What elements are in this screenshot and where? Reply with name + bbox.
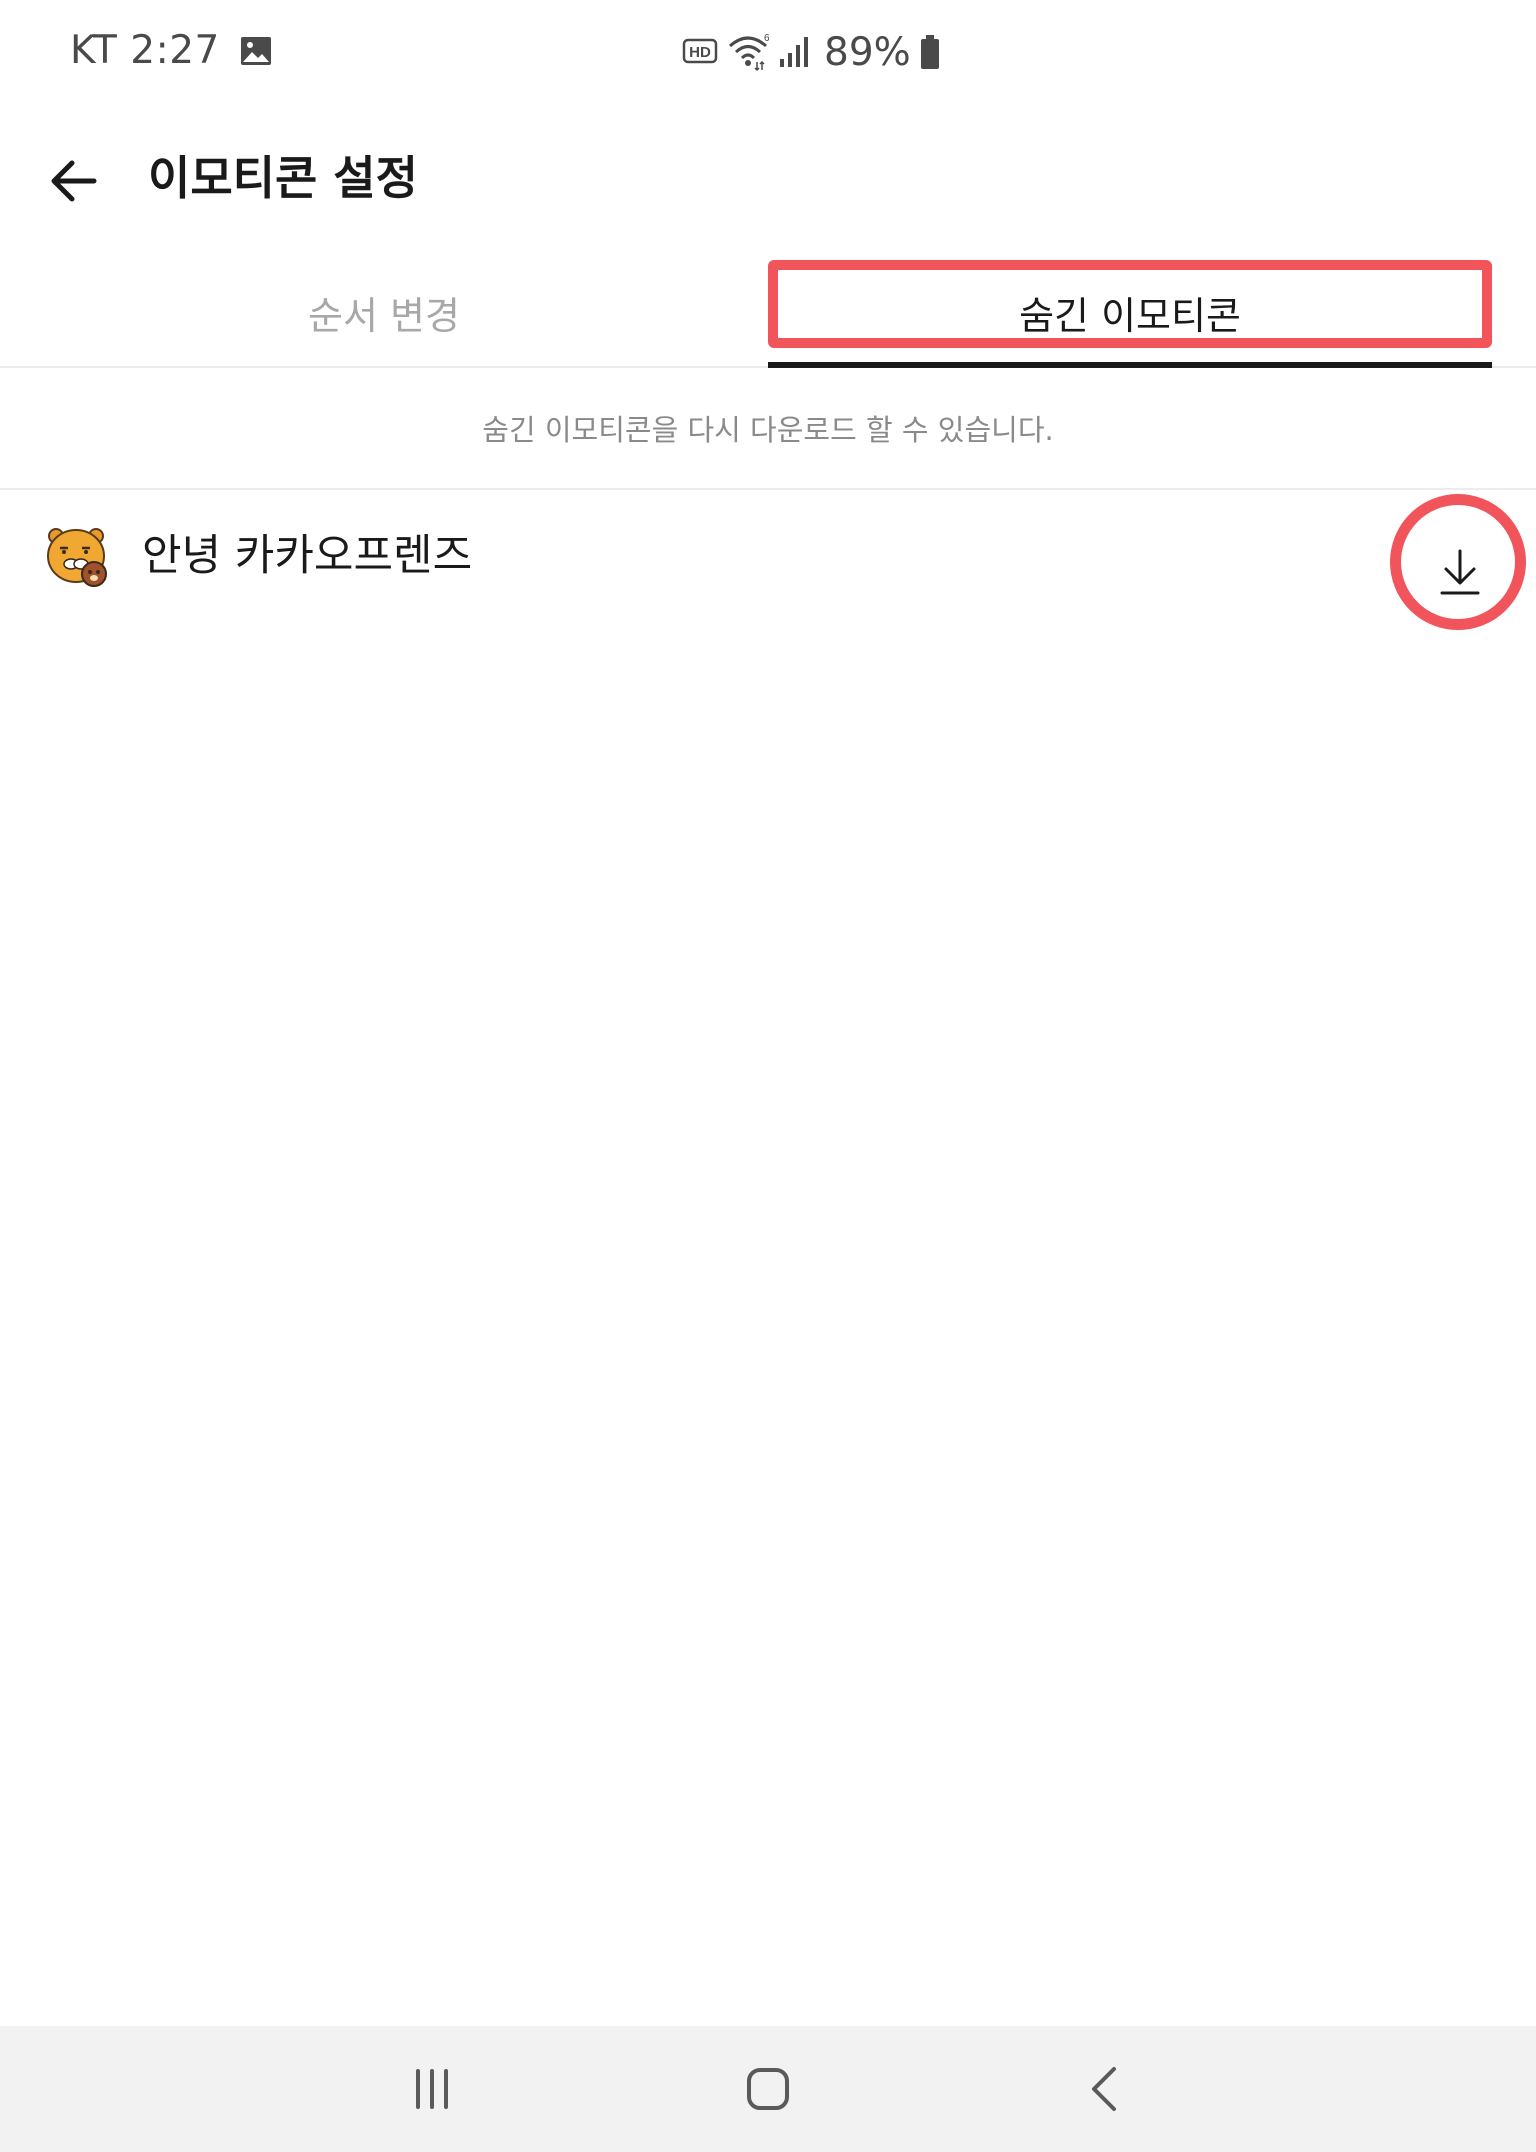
status-right: HD 6 89%: [682, 29, 941, 75]
download-icon: [1440, 549, 1480, 595]
system-nav-bar: [0, 2026, 1536, 2152]
home-icon: [747, 2068, 789, 2110]
recents-icon: [416, 2069, 448, 2109]
back-icon: [1092, 2067, 1116, 2111]
back-button[interactable]: [40, 148, 106, 214]
arrow-left-icon: [51, 160, 97, 202]
wifi-icon: 6: [729, 33, 770, 72]
battery-percentage: 89%: [824, 29, 911, 75]
system-back-button[interactable]: [1054, 2044, 1154, 2134]
status-bar: KT 2:27 HD 6 89%: [0, 0, 1536, 104]
info-note-text: 숨긴 이모티콘을 다시 다운로드 할 수 있습니다.: [482, 413, 1054, 447]
gallery-icon: [240, 36, 271, 65]
battery-icon: [920, 35, 939, 69]
emoticon-name: 안녕 카카오프렌즈: [142, 531, 473, 581]
app-bar: 이모티콘 설정: [0, 120, 1536, 232]
info-note: 숨긴 이모티콘을 다시 다운로드 할 수 있습니다.: [0, 368, 1536, 490]
svg-text:6: 6: [764, 33, 770, 44]
carrier-time: KT 2:27: [70, 28, 220, 73]
tab-reorder[interactable]: 순서 변경: [0, 256, 768, 368]
tab-hidden-emoticons-label: 숨긴 이모티콘: [1019, 293, 1241, 338]
page-title: 이모티콘 설정: [148, 151, 418, 205]
status-left: KT 2:27: [70, 28, 272, 73]
home-button[interactable]: [718, 2044, 818, 2134]
ryan-emoticon-icon: [47, 528, 107, 587]
signal-icon: [780, 37, 808, 67]
svg-text:HD: HD: [689, 44, 711, 61]
list-item: 안녕 카카오프렌즈: [0, 490, 1536, 626]
tab-hidden-emoticons[interactable]: 숨긴 이모티콘: [768, 256, 1492, 368]
tab-bar: 순서 변경 숨긴 이모티콘: [0, 256, 1536, 368]
recents-button[interactable]: [382, 2044, 482, 2134]
tab-reorder-label: 순서 변경: [308, 293, 460, 338]
hd-voice-icon: HD: [682, 38, 718, 64]
download-button[interactable]: [1412, 524, 1508, 620]
